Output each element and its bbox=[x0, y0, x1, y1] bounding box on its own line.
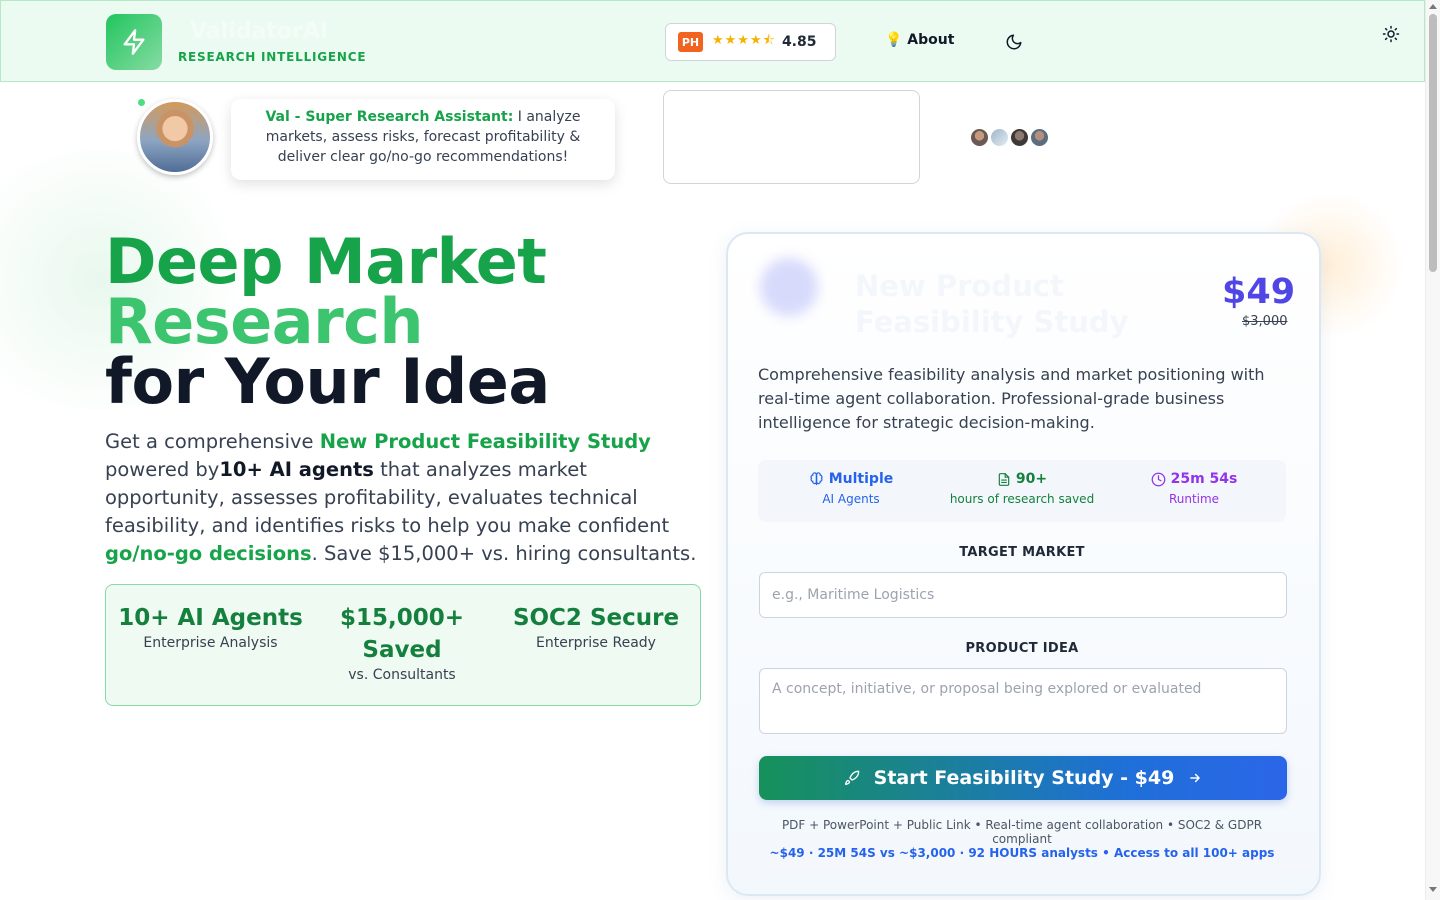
user-avatar bbox=[969, 127, 990, 148]
start-button-label: Start Feasibility Study - $49 bbox=[873, 767, 1175, 789]
logo[interactable] bbox=[106, 14, 162, 70]
producthunt-icon: PH bbox=[678, 32, 703, 52]
metric-label: AI Agents bbox=[822, 492, 880, 506]
original-price: $3,000 bbox=[1242, 314, 1288, 329]
start-feasibility-study-button[interactable]: Start Feasibility Study - $49 bbox=[759, 756, 1287, 800]
arrow-right-icon bbox=[1190, 773, 1201, 783]
assistant-speech-bubble: Val - Super Research Assistant: I analyz… bbox=[231, 99, 615, 180]
brain-icon bbox=[810, 471, 823, 485]
document-icon bbox=[998, 472, 1010, 486]
user-avatar bbox=[1009, 127, 1030, 148]
metric-value: 90+ bbox=[1015, 471, 1048, 487]
scroll-thumb[interactable] bbox=[1429, 14, 1437, 272]
brand-tagline: RESEARCH INTELLIGENCE bbox=[178, 50, 367, 64]
stat-value: $15,000+ Saved bbox=[339, 605, 465, 663]
about-link[interactable]: 💡 About bbox=[885, 32, 954, 48]
hero-desc-highlight-study: New Product Feasibility Study bbox=[319, 430, 651, 453]
target-market-label: TARGET MARKET bbox=[959, 545, 1085, 560]
hero-desc-bold-agents: 10+ AI agents bbox=[219, 458, 374, 481]
target-market-input[interactable] bbox=[759, 572, 1287, 618]
hero-title-line-1: Deep Market bbox=[105, 225, 547, 298]
metric-value: 25m 54s bbox=[1170, 471, 1238, 487]
hero-desc-text: . Save $15,000+ vs. hiring consultants. bbox=[311, 542, 697, 565]
metric-ai-agents: Multiple AI Agents bbox=[763, 471, 939, 506]
card-title: New Product Feasibility Study bbox=[855, 269, 1129, 339]
deliverables-fine-print: PDF + PowerPoint + Public Link • Real-ti… bbox=[781, 818, 1263, 846]
hero-title-line-2: Research bbox=[105, 285, 424, 358]
stat-savings: $15,000+ Saved vs. Consultants bbox=[332, 602, 472, 683]
user-avatar bbox=[989, 127, 1010, 148]
metric-hours-saved: 90+ hours of research saved bbox=[934, 471, 1110, 506]
card-icon-glow bbox=[760, 258, 818, 316]
producthunt-rating-badge[interactable]: PH ★★★★⯪ 4.85 bbox=[665, 23, 836, 61]
clock-icon bbox=[1151, 472, 1165, 486]
stat-value: SOC2 Secure bbox=[512, 605, 680, 631]
star-rating-icon: ★★★★⯪ bbox=[712, 33, 776, 48]
placeholder-card bbox=[663, 90, 920, 184]
hero-title-line-3: for Your Idea bbox=[105, 345, 550, 418]
hero-desc-highlight-decisions: go/no-go decisions bbox=[105, 542, 312, 565]
user-avatar-group bbox=[969, 127, 1050, 148]
product-idea-label: PRODUCT IDEA bbox=[965, 641, 1079, 656]
scroll-down-arrow-icon[interactable] bbox=[1429, 887, 1437, 892]
card-description: Comprehensive feasibility analysis and m… bbox=[758, 365, 1265, 432]
stat-label: Enterprise Analysis bbox=[143, 635, 278, 651]
price-comparison-line: ~$49 · 25M 54S vs ~$3,000 · 92 HOURS ana… bbox=[769, 846, 1275, 860]
hero-desc-text: powered by bbox=[105, 458, 220, 481]
user-avatar bbox=[1029, 127, 1050, 148]
hero-desc-text: Get a comprehensive bbox=[105, 430, 320, 453]
metrics-row: Multiple AI Agents 90+ hours of research… bbox=[758, 460, 1286, 522]
stat-label: vs. Consultants bbox=[348, 667, 456, 683]
stat-security: SOC2 Secure Enterprise Ready bbox=[506, 602, 686, 651]
price: $49 bbox=[1222, 272, 1296, 312]
stat-value: 10+ AI Agents bbox=[118, 605, 303, 631]
rating-value: 4.85 bbox=[781, 34, 817, 50]
metric-label: hours of research saved bbox=[949, 492, 1095, 506]
stat-ai-agents: 10+ AI Agents Enterprise Analysis bbox=[106, 602, 315, 651]
moon-icon[interactable] bbox=[1005, 33, 1023, 51]
assistant-name: Val - Super Research Assistant: bbox=[265, 109, 514, 125]
brand-name[interactable]: ValidatorAI bbox=[190, 19, 328, 44]
page-scrollbar[interactable] bbox=[1425, 0, 1440, 900]
metric-label: Runtime bbox=[1168, 492, 1220, 506]
sun-icon[interactable] bbox=[1382, 25, 1400, 43]
hero-title: Deep Market Research for Your Idea bbox=[105, 225, 705, 418]
metric-value: Multiple bbox=[828, 471, 894, 487]
top-navigation-bar: ValidatorAI RESEARCH INTELLIGENCE PH ★★★… bbox=[0, 0, 1425, 82]
stats-panel: 10+ AI Agents Enterprise Analysis $15,00… bbox=[105, 584, 701, 706]
assistant-avatar bbox=[137, 99, 213, 175]
product-idea-textarea[interactable] bbox=[759, 668, 1287, 734]
stat-label: Enterprise Ready bbox=[536, 635, 656, 651]
hero-description: Get a comprehensive New Product Feasibil… bbox=[105, 428, 705, 568]
lightning-icon bbox=[123, 29, 145, 55]
rocket-icon bbox=[844, 770, 859, 785]
metric-runtime: 25m 54s Runtime bbox=[1106, 471, 1282, 506]
online-status-indicator bbox=[136, 97, 147, 108]
scroll-up-arrow-icon[interactable] bbox=[1429, 4, 1437, 9]
